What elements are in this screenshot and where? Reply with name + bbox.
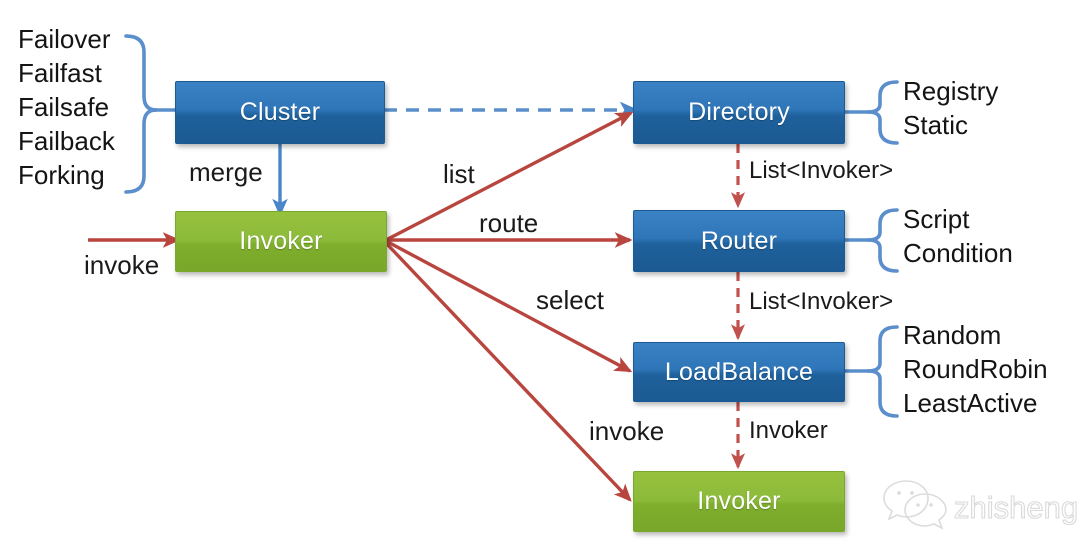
brace-cluster-strategies (124, 34, 178, 194)
edge-label-route: route (479, 208, 539, 238)
edge-label-select: select (536, 285, 604, 315)
node-loadbalance[interactable]: LoadBalance (633, 342, 845, 402)
node-directory-label: Directory (688, 98, 790, 126)
node-router[interactable]: Router (633, 210, 845, 272)
diagram-canvas: Invoker(left) --> (0, 0, 1080, 552)
brace-group-router-types: Script Condition (903, 202, 1013, 270)
brace-directory-types (843, 80, 899, 145)
brace-item: Failsafe (18, 92, 110, 122)
brace-item: Condition (903, 238, 1013, 268)
brace-router-types (843, 208, 899, 273)
node-directory[interactable]: Directory (633, 81, 845, 144)
brace-item: Failover (18, 24, 111, 54)
node-router-label: Router (700, 226, 778, 255)
brace-item: RoundRobin (903, 354, 1048, 384)
brace-group-cluster-strategies: Failover Failfast Failsafe Failback Fork… (18, 22, 115, 192)
brace-item: Forking (18, 160, 105, 190)
brace-item: Failback (18, 126, 115, 156)
node-cluster[interactable]: Cluster (175, 81, 385, 144)
brace-loadbalance-types (843, 325, 899, 418)
brace-item: LeastActive (903, 388, 1038, 418)
node-invoker-left[interactable]: Invoker (175, 211, 387, 272)
edge-label-list: list (443, 159, 475, 189)
brace-group-loadbalance-types: Random RoundRobin LeastActive (903, 318, 1048, 420)
edge-invoke-out (384, 241, 632, 502)
edge-label-merge: merge (189, 157, 263, 187)
brace-item: Static (903, 110, 969, 140)
node-invoker-bottom-label: Invoker (697, 487, 781, 515)
node-invoker-bottom[interactable]: Invoker (633, 471, 845, 532)
node-cluster-label: Cluster (239, 98, 321, 126)
brace-group-directory-types: Registry Static (903, 74, 998, 142)
brace-item: Random (903, 320, 1002, 350)
edge-label-invoke-out: invoke (589, 416, 665, 446)
node-invoker-left-label: Invoker (239, 227, 323, 255)
brace-item: Failfast (18, 58, 102, 88)
edge-label-invoke-in: invoke (84, 250, 160, 280)
edge-label-dir-to-router: List<Invoker> (749, 157, 894, 184)
edge-label-lb-to-invoker: Invoker (749, 417, 828, 444)
brace-item: Registry (903, 76, 999, 106)
node-loadbalance-label: LoadBalance (664, 357, 814, 386)
edge-label-router-to-lb: List<Invoker> (749, 288, 894, 315)
brace-item: Script (903, 204, 970, 234)
